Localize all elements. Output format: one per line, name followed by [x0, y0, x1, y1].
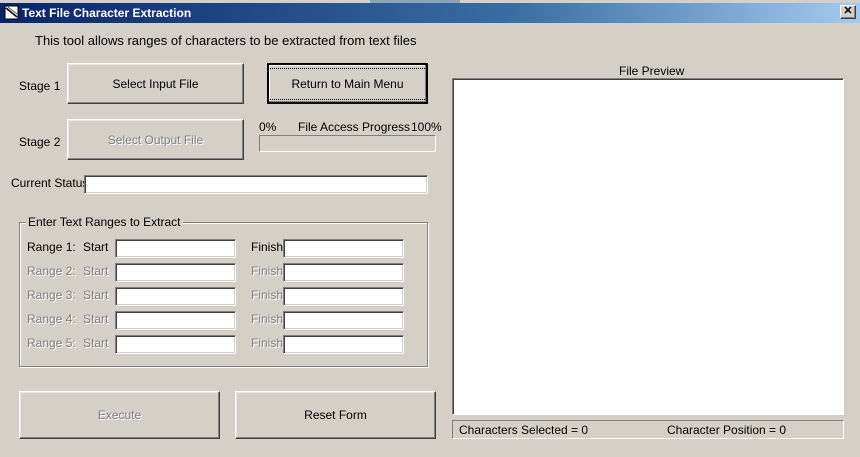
- range-label: Range 5:: [27, 336, 76, 350]
- select-input-file-label: Select Input File: [112, 76, 199, 91]
- return-to-main-menu-label: Return to Main Menu: [268, 67, 427, 100]
- progress-title: File Access Progress: [298, 120, 411, 134]
- characters-selected-text: Characters Selected = 0: [459, 423, 589, 437]
- select-output-file-button[interactable]: Select Output File: [67, 119, 244, 160]
- execute-button[interactable]: Execute: [19, 391, 220, 439]
- close-icon: ✕: [843, 5, 853, 17]
- file-preview-title: File Preview: [619, 64, 685, 78]
- range-start-input[interactable]: [115, 263, 236, 282]
- title-bar[interactable]: Text File Character Extraction ✕: [0, 3, 860, 23]
- range-finish-input[interactable]: [283, 287, 404, 306]
- range-finish-input[interactable]: [283, 239, 404, 258]
- range-finish-label: Finish: [251, 288, 284, 302]
- stage1-label: Stage 1: [19, 79, 61, 93]
- app-icon: [4, 5, 19, 20]
- range-start-input[interactable]: [115, 287, 236, 306]
- reset-form-label: Reset Form: [304, 408, 367, 422]
- range-finish-input[interactable]: [283, 263, 404, 282]
- execute-label: Execute: [97, 408, 142, 422]
- text-ranges-legend: Enter Text Ranges to Extract: [26, 215, 183, 229]
- file-preview-area[interactable]: [452, 78, 844, 415]
- range-finish-label: Finish: [251, 312, 284, 326]
- range-start-label: Start: [83, 240, 109, 254]
- stage2-label: Stage 2: [19, 135, 61, 149]
- range-start-input[interactable]: [115, 335, 236, 354]
- range-finish-input[interactable]: [283, 335, 404, 354]
- progress-max-label: 100%: [411, 120, 442, 134]
- intro-text: This tool allows ranges of characters to…: [35, 33, 417, 48]
- range-finish-label: Finish: [251, 336, 284, 350]
- return-to-main-menu-button[interactable]: Return to Main Menu: [267, 63, 428, 104]
- character-position-text: Character Position = 0: [667, 423, 787, 437]
- range-finish-label: Finish: [251, 264, 284, 278]
- range-finish-input[interactable]: [283, 311, 404, 330]
- range-finish-label: Finish: [251, 240, 284, 254]
- range-start-label: Start: [83, 336, 109, 350]
- progress-min-label: 0%: [259, 120, 277, 134]
- range-start-input[interactable]: [115, 239, 236, 258]
- close-button[interactable]: ✕: [840, 5, 856, 19]
- range-start-label: Start: [83, 288, 109, 302]
- range-start-label: Start: [83, 312, 109, 326]
- preview-status-bar: Characters Selected = 0 Character Positi…: [452, 420, 844, 439]
- range-label: Range 3:: [27, 288, 76, 302]
- range-label: Range 2:: [27, 264, 76, 278]
- current-status-label: Current Status:: [11, 176, 92, 190]
- select-output-file-label: Select Output File: [107, 132, 204, 147]
- range-label: Range 1:: [27, 240, 76, 254]
- range-label: Range 4:: [27, 312, 76, 326]
- range-start-input[interactable]: [115, 311, 236, 330]
- range-start-label: Start: [83, 264, 109, 278]
- window-title: Text File Character Extraction: [22, 6, 192, 20]
- select-input-file-button[interactable]: Select Input File: [67, 63, 244, 104]
- file-access-progress-bar: [259, 135, 436, 152]
- current-status-field: [84, 175, 428, 194]
- reset-form-button[interactable]: Reset Form: [235, 391, 436, 439]
- app-window: Text File Character Extraction ✕ This to…: [0, 0, 860, 457]
